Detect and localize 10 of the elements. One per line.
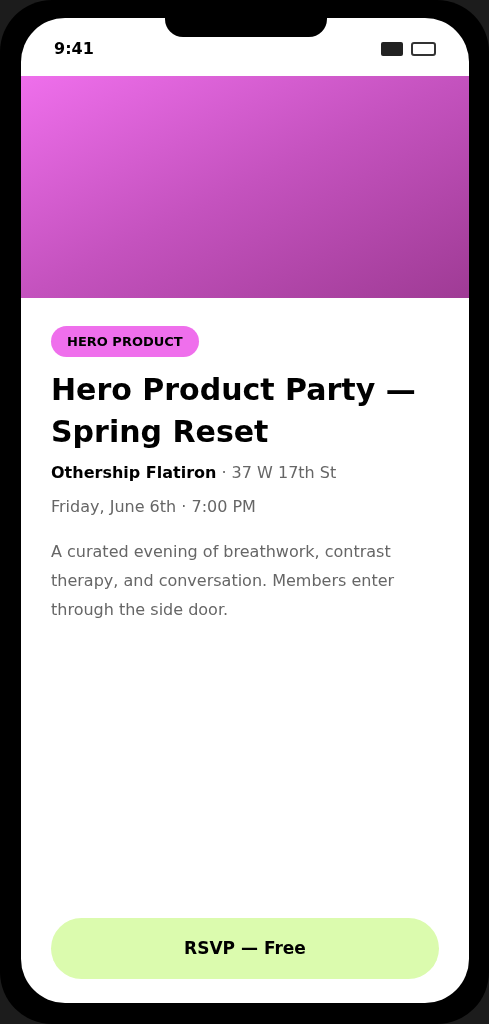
category-tag: HERO PRODUCT (51, 326, 199, 357)
event-description: A curated evening of breathwork, contrast therapy, and conversation. Members enter through the side door. (51, 541, 396, 621)
venue-name: Othership Flatiron (51, 462, 217, 484)
venue-address: · 37 W 17th St (221, 462, 337, 484)
battery-icon (411, 42, 436, 56)
rsvp-button[interactable]: RSVP — Free (51, 918, 439, 979)
event-title: Hero Product Party — Spring Reset (51, 371, 417, 451)
event-datetime: Friday, June 6th · 7:00 PM (51, 496, 257, 518)
status-time: 9:41 (54, 38, 94, 60)
filled-square-icon (381, 42, 403, 56)
